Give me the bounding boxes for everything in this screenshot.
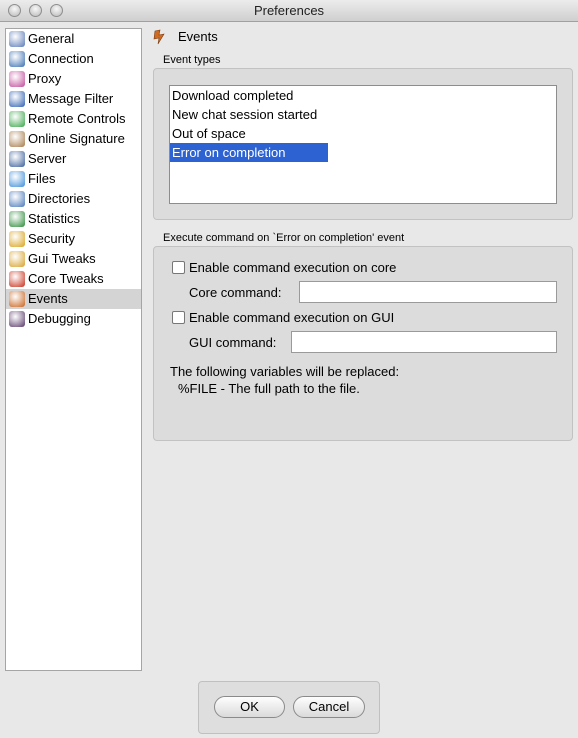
core-execution-checkbox[interactable] xyxy=(172,261,185,274)
gui-command-label: GUI command: xyxy=(189,335,277,350)
variables-item: %FILE - The full path to the file. xyxy=(178,381,360,396)
core-command-input[interactable] xyxy=(299,281,557,303)
sidebar-item-connection[interactable]: Connection xyxy=(6,49,141,69)
general-icon xyxy=(9,31,25,47)
core-execution-label: Enable command execution on core xyxy=(189,260,397,275)
sidebar-item-label: General xyxy=(28,31,75,46)
sidebar-item-label: Core Tweaks xyxy=(28,271,104,286)
sidebar-item-label: Online Signature xyxy=(28,131,125,146)
sidebar-item-general[interactable]: General xyxy=(6,29,141,49)
sidebar-item-server[interactable]: Server xyxy=(6,149,141,169)
sidebar-item-label: Server xyxy=(28,151,67,166)
variables-note: The following variables will be replaced… xyxy=(170,364,400,379)
cancel-button[interactable]: Cancel xyxy=(293,696,365,718)
sidebar-item-proxy[interactable]: Proxy xyxy=(6,69,141,89)
sidebar-item-events[interactable]: Events xyxy=(6,289,141,309)
window-title: Preferences xyxy=(253,3,325,18)
sidebar-item-label: Events xyxy=(28,291,68,306)
gui-execution-label: Enable command execution on GUI xyxy=(189,310,395,325)
sidebar-item-label: Gui Tweaks xyxy=(28,251,96,266)
statistics-icon xyxy=(9,211,25,227)
event-type-item[interactable]: Error on completion xyxy=(170,143,328,162)
sidebar-item-label: Debugging xyxy=(28,311,91,326)
sidebar-item-online-signature[interactable]: Online Signature xyxy=(6,129,141,149)
event-type-item[interactable]: New chat session started xyxy=(170,105,556,124)
files-icon xyxy=(9,171,25,187)
remote-controls-icon xyxy=(9,111,25,127)
ok-button[interactable]: OK xyxy=(214,696,285,718)
events-icon xyxy=(9,291,25,307)
preferences-window: Preferences General Connection Proxy Messag… xyxy=(0,0,578,738)
sidebar-item-label: Security xyxy=(28,231,75,246)
server-icon xyxy=(9,151,25,167)
events-icon xyxy=(153,29,165,45)
lock-icon xyxy=(9,231,25,247)
gui-command-input[interactable] xyxy=(291,331,557,353)
sidebar-item-directories[interactable]: Directories xyxy=(6,189,141,209)
sidebar-item-core-tweaks[interactable]: Core Tweaks xyxy=(6,269,141,289)
sidebar-item-files[interactable]: Files xyxy=(6,169,141,189)
sidebar-item-security[interactable]: Security xyxy=(6,229,141,249)
event-types-label: Event types xyxy=(163,54,221,66)
sidebar-item-remote-controls[interactable]: Remote Controls xyxy=(6,109,141,129)
directories-icon xyxy=(9,191,25,207)
execute-command-label: Execute command on `Error on completion'… xyxy=(163,232,405,244)
connection-icon xyxy=(9,51,25,67)
sidebar-item-label: Directories xyxy=(28,191,91,206)
message-filter-icon xyxy=(9,91,25,107)
sidebar-item-statistics[interactable]: Statistics xyxy=(6,209,141,229)
sidebar-item-label: Connection xyxy=(28,51,94,66)
sidebar-item-label: Remote Controls xyxy=(28,111,126,126)
online-signature-icon xyxy=(9,131,25,147)
sidebar-item-label: Proxy xyxy=(28,71,62,86)
core-command-label: Core command: xyxy=(189,285,282,300)
core-tweaks-icon xyxy=(9,271,25,287)
gui-execution-checkbox[interactable] xyxy=(172,311,185,324)
event-types-list[interactable]: Download completed New chat session start… xyxy=(169,85,557,204)
sidebar-item-label: Files xyxy=(28,171,56,186)
sidebar-item-debugging[interactable]: Debugging xyxy=(6,309,141,329)
event-type-item[interactable]: Out of space xyxy=(170,124,556,143)
event-type-item[interactable]: Download completed xyxy=(170,86,556,105)
bug-icon xyxy=(9,311,25,327)
sidebar-item-label: Statistics xyxy=(28,211,81,226)
sidebar-item-gui-tweaks[interactable]: Gui Tweaks xyxy=(6,249,141,269)
preferences-sidebar: General Connection Proxy Message Filter Remo… xyxy=(5,28,142,671)
sidebar-item-label: Message Filter xyxy=(28,91,114,106)
sidebar-item-message-filter[interactable]: Message Filter xyxy=(6,89,141,109)
pane-title: Events xyxy=(178,29,218,44)
title-bar: Preferences xyxy=(0,0,578,22)
gui-tweaks-icon xyxy=(9,251,25,267)
proxy-icon xyxy=(9,71,25,87)
